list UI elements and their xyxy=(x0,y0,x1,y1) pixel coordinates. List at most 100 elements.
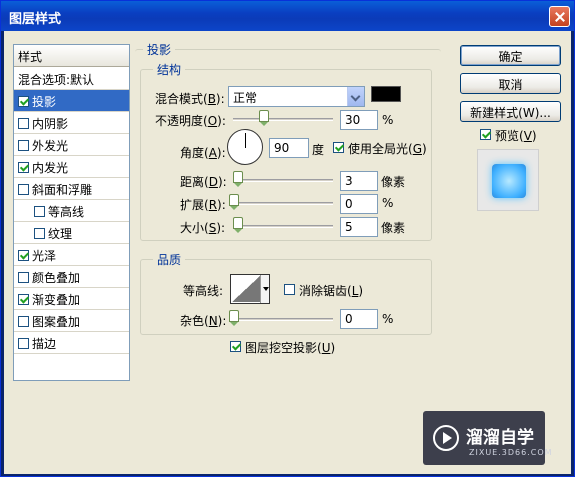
style-list-label: 外发光 xyxy=(32,139,69,153)
opacity-slider-track[interactable] xyxy=(233,118,333,121)
structure-title: 结构 xyxy=(153,61,186,78)
chevron-down-icon[interactable] xyxy=(347,87,364,106)
structure-group: 结构 混合模式(B): 正常 不透明度(O): 30 % 角度(A): 90 度… xyxy=(140,61,432,241)
style-checkbox[interactable] xyxy=(18,250,29,261)
blend-mode-select[interactable]: 正常 xyxy=(228,86,365,107)
preview-checkbox[interactable] xyxy=(480,129,491,140)
watermark-text: 溜溜自学 xyxy=(466,428,534,448)
watermark-subtext: ZIXUE.3D66.COM xyxy=(469,448,553,457)
style-list-item[interactable]: 颜色叠加 xyxy=(14,266,129,288)
quality-title: 品质 xyxy=(153,251,186,268)
style-list-item[interactable]: 描边 xyxy=(14,332,129,354)
noise-unit: % xyxy=(382,312,394,326)
opacity-input[interactable]: 30 xyxy=(340,110,378,130)
style-checkbox[interactable] xyxy=(18,316,29,327)
spread-input[interactable]: 0 xyxy=(340,194,378,214)
style-list-label: 斜面和浮雕 xyxy=(32,183,93,197)
watermark: 溜溜自学 ZIXUE.3D66.COM xyxy=(423,411,552,465)
style-list-label: 混合选项:默认 xyxy=(18,73,95,87)
size-input[interactable]: 5 xyxy=(340,217,378,237)
style-preview xyxy=(477,149,539,211)
play-icon xyxy=(433,425,459,451)
distance-slider-track[interactable] xyxy=(233,179,333,182)
style-list-item[interactable]: 混合选项:默认 xyxy=(14,68,129,90)
style-list-label: 内阴影 xyxy=(32,117,69,131)
style-checkbox[interactable] xyxy=(18,294,29,305)
angle-dial-needle xyxy=(245,133,246,148)
style-list-label: 等高线 xyxy=(48,205,85,219)
style-list-item[interactable]: 内发光 xyxy=(14,156,129,178)
noise-input[interactable]: 0 xyxy=(340,309,378,329)
noise-slider-track[interactable] xyxy=(233,318,333,321)
style-list-label: 颜色叠加 xyxy=(32,271,81,285)
style-checkbox[interactable] xyxy=(34,206,45,217)
spread-label: 扩展(R): xyxy=(180,198,226,212)
shadow-color-swatch[interactable] xyxy=(371,86,401,102)
style-checkbox[interactable] xyxy=(18,140,29,151)
size-unit: 像素 xyxy=(381,221,406,235)
chevron-down-icon[interactable] xyxy=(260,275,269,303)
style-list-item[interactable]: 光泽 xyxy=(14,244,129,266)
style-list-label: 投影 xyxy=(32,95,57,109)
style-list-item[interactable]: 投影 xyxy=(14,90,129,112)
angle-unit: 度 xyxy=(312,143,325,157)
spread-unit: % xyxy=(382,196,394,210)
opacity-label: 不透明度(O): xyxy=(155,114,226,128)
title-bar[interactable]: 图层样式 xyxy=(1,1,574,31)
style-list-item[interactable]: 内阴影 xyxy=(14,112,129,134)
distance-label: 距离(D): xyxy=(180,175,227,189)
distance-unit: 像素 xyxy=(381,175,406,189)
style-list-label: 描边 xyxy=(32,337,57,351)
dialog-title: 图层样式 xyxy=(9,12,62,27)
quality-group: 品质 等高线: 消除锯齿(L) 杂色(N): 0 % xyxy=(140,251,432,335)
layer-style-dialog: 图层样式 样式 混合选项:默认投影内阴影外发光内发光斜面和浮雕等高线纹理光泽颜色… xyxy=(0,0,575,477)
preview-label[interactable]: 预览(V) xyxy=(495,127,537,144)
style-list-label: 渐变叠加 xyxy=(32,293,81,307)
size-slider-thumb[interactable] xyxy=(233,217,243,233)
noise-slider-thumb[interactable] xyxy=(229,310,239,326)
angle-input[interactable]: 90 xyxy=(269,138,309,158)
style-list-item[interactable]: 斜面和浮雕 xyxy=(14,178,129,200)
style-checkbox[interactable] xyxy=(18,96,29,107)
knockout-checkbox[interactable] xyxy=(230,341,241,352)
global-light-checkbox[interactable] xyxy=(333,142,344,153)
new-style-button[interactable]: 新建样式(W)... xyxy=(460,101,561,122)
style-checkbox[interactable] xyxy=(18,162,29,173)
style-list-label: 纹理 xyxy=(48,227,73,241)
style-checkbox[interactable] xyxy=(18,118,29,129)
style-list-item[interactable]: 等高线 xyxy=(14,200,129,222)
dialog-body: 样式 混合选项:默认投影内阴影外发光内发光斜面和浮雕等高线纹理光泽颜色叠加渐变叠… xyxy=(4,31,571,474)
styles-list-header: 样式 xyxy=(14,45,129,67)
cancel-button[interactable]: 取消 xyxy=(460,73,561,94)
styles-list: 样式 混合选项:默认投影内阴影外发光内发光斜面和浮雕等高线纹理光泽颜色叠加渐变叠… xyxy=(13,44,130,381)
style-list-item[interactable]: 纹理 xyxy=(14,222,129,244)
style-list-item[interactable]: 渐变叠加 xyxy=(14,288,129,310)
angle-dial[interactable] xyxy=(227,129,263,165)
knockout-label[interactable]: 图层挖空投影(U) xyxy=(245,339,335,356)
style-checkbox[interactable] xyxy=(34,228,45,239)
spread-slider-thumb[interactable] xyxy=(229,194,239,210)
close-button[interactable] xyxy=(549,6,570,27)
opacity-slider-thumb[interactable] xyxy=(259,110,269,126)
style-list-label: 内发光 xyxy=(32,161,69,175)
blend-mode-label: 混合模式(B): xyxy=(155,92,225,106)
anti-alias-label[interactable]: 消除锯齿(L) xyxy=(299,282,363,299)
size-slider-track[interactable] xyxy=(233,225,333,228)
style-list-item[interactable]: 外发光 xyxy=(14,134,129,156)
style-list-label: 光泽 xyxy=(32,249,57,263)
contour-picker[interactable] xyxy=(230,274,270,304)
style-checkbox[interactable] xyxy=(18,338,29,349)
preview-swatch xyxy=(492,164,526,198)
blend-mode-value: 正常 xyxy=(233,91,258,105)
style-checkbox[interactable] xyxy=(18,184,29,195)
distance-slider-thumb[interactable] xyxy=(233,171,243,187)
distance-input[interactable]: 3 xyxy=(340,171,378,191)
ok-button[interactable]: 确定 xyxy=(460,45,561,66)
style-list-item[interactable]: 图案叠加 xyxy=(14,310,129,332)
noise-label: 杂色(N): xyxy=(180,314,227,328)
global-light-label[interactable]: 使用全局光(G) xyxy=(348,140,427,157)
anti-alias-checkbox[interactable] xyxy=(284,284,295,295)
style-checkbox[interactable] xyxy=(18,272,29,283)
spread-slider-track[interactable] xyxy=(233,202,333,205)
style-list-label: 图案叠加 xyxy=(32,315,81,329)
